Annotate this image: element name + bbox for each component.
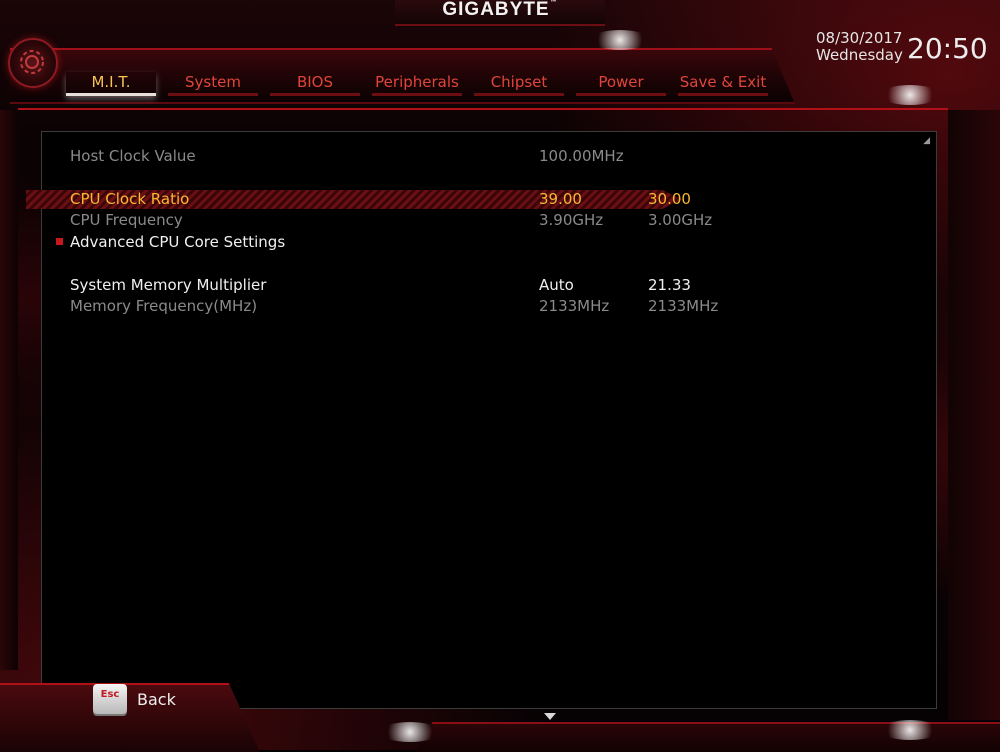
esc-key-label: Esc — [100, 689, 120, 700]
tab-chipset[interactable]: Chipset — [474, 72, 564, 96]
cpu-freq-label: CPU Frequency — [70, 211, 183, 229]
host-clock-label: Host Clock Value — [70, 147, 196, 165]
mem-multiplier-value[interactable]: Auto — [539, 276, 574, 294]
cpu-ratio-value[interactable]: 39.00 — [539, 190, 582, 208]
cpu-freq-current: 3.00GHz — [648, 211, 713, 229]
gear-icon — [8, 38, 58, 88]
setting-row-advanced-cpu[interactable]: Advanced CPU Core Settings — [42, 233, 938, 253]
tab-power[interactable]: Power — [576, 72, 666, 96]
header-divider — [18, 108, 948, 110]
glow-decoration — [880, 85, 940, 105]
setting-row-mem-multiplier[interactable]: System Memory Multiplier Auto 21.33 — [42, 276, 938, 296]
back-button[interactable]: Back — [137, 690, 176, 709]
tab-save-exit[interactable]: Save & Exit — [678, 72, 768, 96]
mem-freq-current: 2133MHz — [648, 297, 719, 315]
brand-text: GIGABYTE — [442, 0, 550, 20]
cpu-freq-value: 3.90GHz — [539, 211, 604, 229]
tab-peripherals[interactable]: Peripherals — [372, 72, 462, 96]
host-clock-value: 100.00MHz — [539, 147, 624, 165]
mem-multiplier-label: System Memory Multiplier — [70, 276, 267, 294]
brand-plate: GIGABYTE™ — [395, 0, 605, 26]
scroll-down-icon[interactable] — [544, 713, 556, 720]
mem-freq-value: 2133MHz — [539, 297, 610, 315]
left-frame-decoration — [0, 110, 18, 670]
glow-decoration — [590, 30, 650, 50]
setting-row-cpu-freq: CPU Frequency 3.90GHz 3.00GHz — [42, 211, 938, 231]
advanced-cpu-link[interactable]: Advanced CPU Core Settings — [70, 233, 285, 251]
brand-logo: GIGABYTE™ — [395, 0, 605, 21]
tab-bar: M.I.T. System BIOS Peripherals Chipset P… — [66, 72, 780, 96]
setting-row-cpu-ratio[interactable]: CPU Clock Ratio 39.00 30.00 — [42, 190, 938, 210]
tab-system[interactable]: System — [168, 72, 258, 96]
tab-bios[interactable]: BIOS — [270, 72, 360, 96]
cpu-ratio-label: CPU Clock Ratio — [70, 190, 190, 208]
date-display: 08/30/2017 Wednesday — [816, 30, 903, 64]
brand-trademark: ™ — [549, 0, 558, 6]
cpu-ratio-current: 30.00 — [648, 190, 691, 208]
mem-freq-label: Memory Frequency(MHz) — [70, 297, 258, 315]
date-text: 08/30/2017 — [816, 29, 903, 47]
footer-left-plate — [0, 683, 260, 752]
tab-mit[interactable]: M.I.T. — [66, 72, 156, 96]
setting-row-mem-freq: Memory Frequency(MHz) 2133MHz 2133MHz — [42, 297, 938, 317]
header-bar: GIGABYTE™ M.I.T. System BIOS Peripherals… — [0, 0, 1000, 110]
glow-decoration — [380, 722, 440, 742]
clock-display: 20:50 — [907, 32, 988, 65]
right-frame-decoration — [948, 110, 1000, 720]
mem-multiplier-current: 21.33 — [648, 276, 691, 294]
scroll-up-icon: ◢ — [923, 136, 930, 146]
weekday-text: Wednesday — [816, 46, 903, 64]
glow-decoration — [880, 720, 940, 740]
setting-row-host-clock: Host Clock Value 100.00MHz — [42, 147, 938, 167]
esc-key-button[interactable]: Esc — [93, 684, 127, 714]
